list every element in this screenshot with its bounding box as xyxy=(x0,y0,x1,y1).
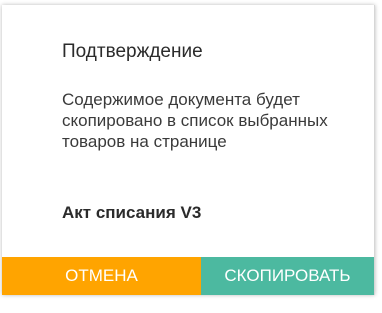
dialog-title: Подтверждение xyxy=(62,41,203,62)
confirmation-dialog: Подтверждение Содержимое документа будет… xyxy=(2,5,375,295)
dialog-footer: ОТМЕНА СКОПИРОВАТЬ xyxy=(2,257,374,295)
dialog-message: Содержимое документа будет скопировано в… xyxy=(62,90,328,151)
copy-button[interactable]: СКОПИРОВАТЬ xyxy=(201,257,374,295)
cancel-button[interactable]: ОТМЕНА xyxy=(2,257,201,295)
document-name: Акт списания V3 xyxy=(62,203,202,222)
